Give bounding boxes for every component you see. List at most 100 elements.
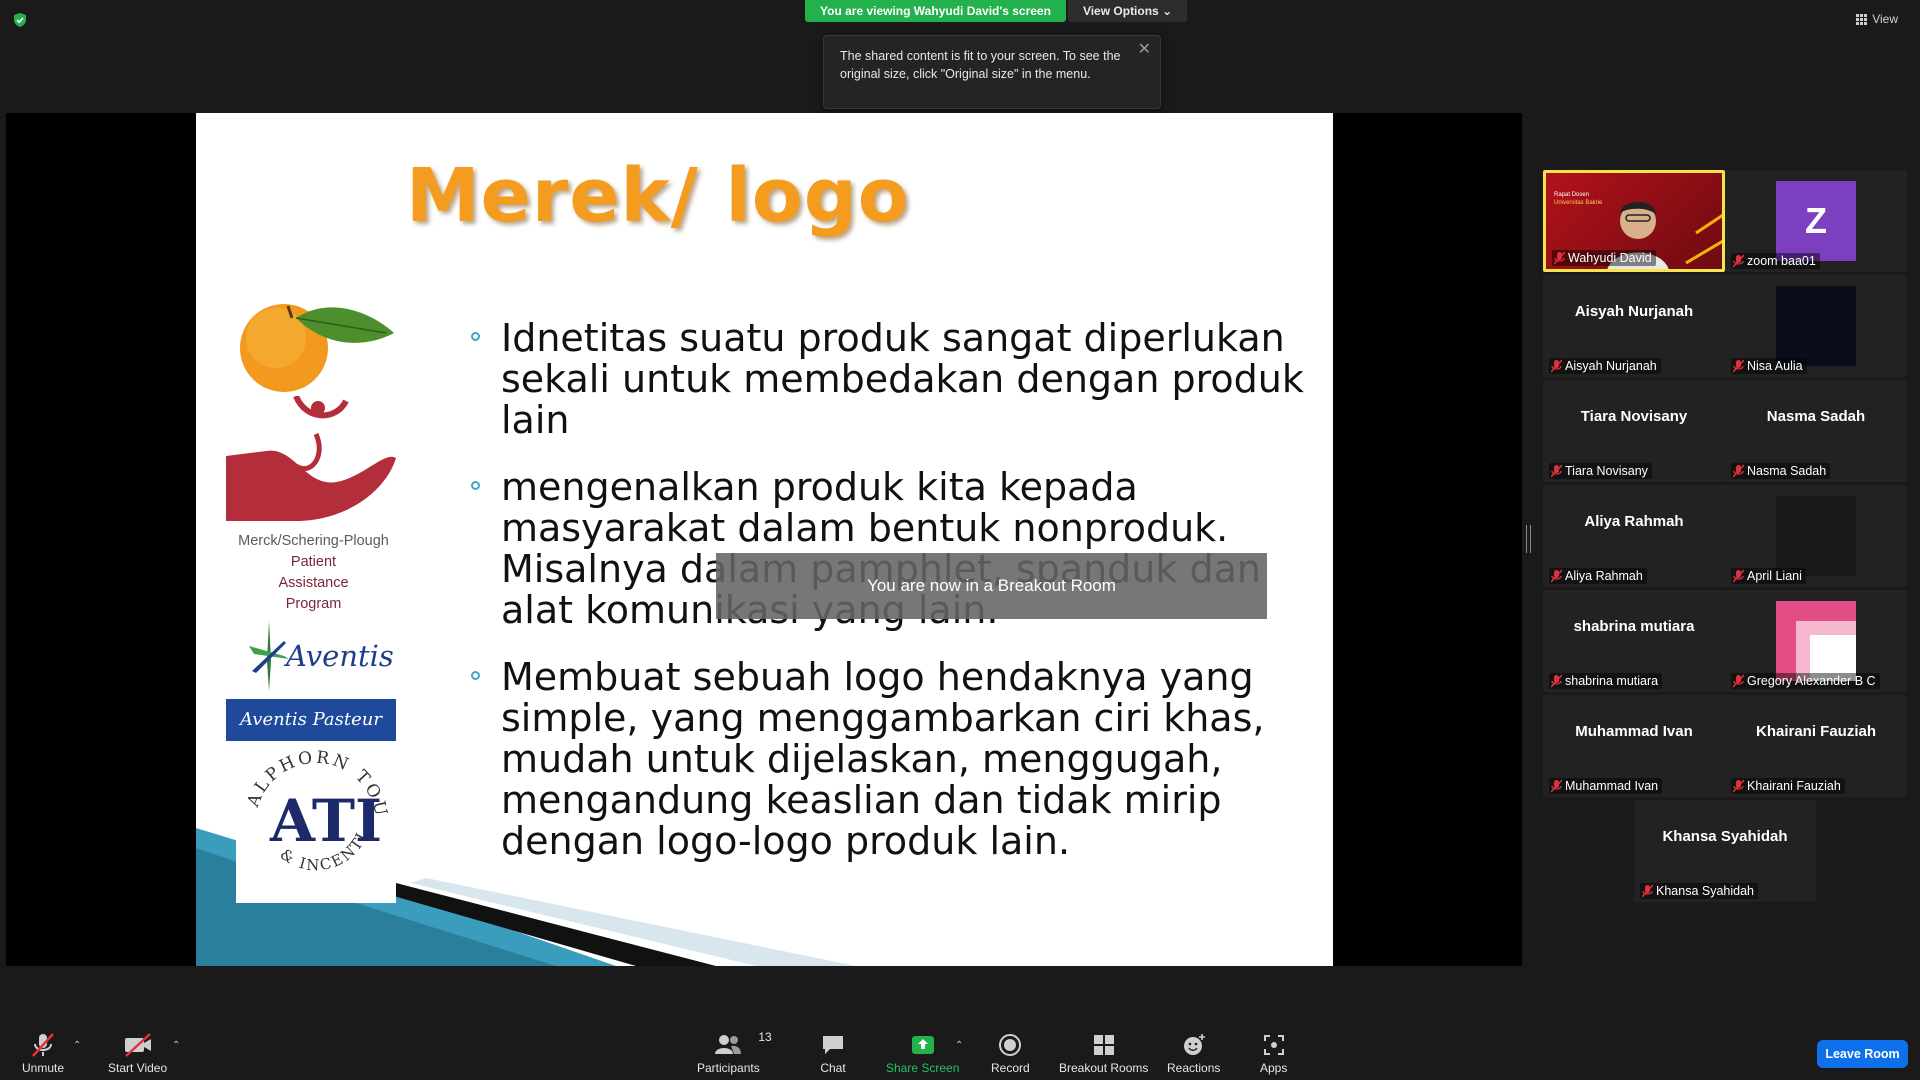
breakout-rooms-button[interactable]: Breakout Rooms bbox=[1059, 1032, 1148, 1075]
participant-tile[interactable]: Tiara Novisany Tiara Novisany bbox=[1543, 380, 1725, 482]
bullet-dot-icon bbox=[471, 332, 480, 341]
participant-name: Nisa Aulia bbox=[1747, 359, 1803, 373]
merck-program-text: Merck/Schering-Plough Patient Assistance… bbox=[226, 531, 401, 615]
participant-label: Khairani Fauziah bbox=[1731, 778, 1845, 794]
participant-name: Khairani Fauziah bbox=[1747, 779, 1841, 793]
microphone-muted-icon bbox=[1551, 359, 1562, 373]
participant-label: Wahyudi David bbox=[1552, 250, 1656, 266]
participant-name-display: Muhammad Ivan bbox=[1575, 723, 1693, 740]
reactions-label: Reactions bbox=[1167, 1061, 1221, 1075]
merck-line-2: Patient bbox=[290, 554, 337, 570]
view-label: View bbox=[1872, 12, 1898, 26]
avatar bbox=[1776, 496, 1856, 576]
participant-name-display: Khansa Syahidah bbox=[1662, 828, 1788, 845]
shared-screen-area[interactable]: Merek/ logo Merck/Schering-Plough Patien… bbox=[6, 113, 1522, 966]
avatar bbox=[1776, 286, 1856, 366]
leave-room-button[interactable]: Leave Room bbox=[1817, 1040, 1908, 1068]
slide-title: Merek/ logo bbox=[406, 153, 910, 239]
apps-button[interactable]: Apps bbox=[1260, 1032, 1287, 1075]
reactions-button[interactable]: Reactions bbox=[1167, 1032, 1220, 1075]
participant-label: Aisyah Nurjanah bbox=[1549, 358, 1661, 374]
participant-tile[interactable]: Aliya Rahmah Aliya Rahmah bbox=[1543, 485, 1725, 587]
participant-name: Aliya Rahmah bbox=[1565, 569, 1643, 583]
participant-name-display: Aliya Rahmah bbox=[1584, 513, 1684, 530]
participant-name: Aisyah Nurjanah bbox=[1565, 359, 1657, 373]
apps-label: Apps bbox=[1260, 1061, 1288, 1075]
view-options-button[interactable]: View Options ⌄ bbox=[1067, 0, 1188, 22]
smiley-plus-icon bbox=[1183, 1034, 1205, 1055]
share-screen-button[interactable]: Share Screen bbox=[886, 1032, 959, 1075]
participants-button[interactable]: 13 Participants bbox=[697, 1030, 772, 1075]
participant-name: Gregory Alexander B C bbox=[1747, 674, 1876, 688]
zoom-meeting-window: You are viewing Wahyudi David's screen V… bbox=[0, 0, 1920, 1080]
participant-label: Nisa Aulia bbox=[1731, 358, 1807, 374]
participant-tile[interactable]: Nisa Aulia bbox=[1725, 275, 1907, 377]
breakout-rooms-icon bbox=[1093, 1035, 1114, 1055]
participant-tile[interactable]: shabrina mutiara shabrina mutiara bbox=[1543, 590, 1725, 692]
audio-options-caret-icon[interactable]: ⌃ bbox=[73, 1040, 81, 1051]
unmute-label: Unmute bbox=[22, 1061, 65, 1075]
shield-check-icon[interactable] bbox=[12, 12, 28, 28]
record-button[interactable]: Record bbox=[991, 1032, 1030, 1075]
participant-label: Gregory Alexander B C bbox=[1731, 673, 1880, 689]
microphone-muted-icon bbox=[1554, 251, 1565, 265]
aventis-wordmark: Aventis bbox=[286, 639, 394, 673]
microphone-muted-icon bbox=[1733, 569, 1744, 583]
merck-line-4: Program bbox=[285, 596, 342, 612]
participant-tile[interactable]: Khansa Syahidah Khansa Syahidah bbox=[1634, 800, 1816, 902]
share-screen-icon bbox=[911, 1036, 934, 1054]
video-options-caret-icon[interactable]: ⌃ bbox=[172, 1040, 180, 1051]
participant-tile[interactable]: Aisyah Nurjanah Aisyah Nurjanah bbox=[1543, 275, 1725, 377]
microphone-muted-icon bbox=[1551, 674, 1562, 688]
close-icon[interactable]: ✕ bbox=[1138, 41, 1151, 59]
microphone-muted-icon bbox=[1733, 359, 1744, 373]
view-button[interactable]: View bbox=[1856, 12, 1898, 26]
participant-label: zoom baa01 bbox=[1731, 253, 1820, 269]
participant-name: Muhammad Ivan bbox=[1565, 779, 1659, 793]
participants-icon-wrap: 13 bbox=[713, 1030, 772, 1058]
start-video-label: Start Video bbox=[108, 1061, 168, 1075]
avatar: Z bbox=[1776, 181, 1856, 261]
participants-icon bbox=[715, 1035, 742, 1054]
share-options-caret-icon[interactable]: ⌃ bbox=[955, 1040, 963, 1051]
bullet-text: Membuat sebuah logo hendaknya yang simpl… bbox=[501, 655, 1265, 863]
participant-tile[interactable]: Gregory Alexander B C bbox=[1725, 590, 1907, 692]
microphone-muted-icon bbox=[1551, 569, 1562, 583]
bullet-item: Membuat sebuah logo hendaknya yang simpl… bbox=[471, 655, 1311, 863]
start-video-button[interactable]: Start Video bbox=[108, 1032, 167, 1075]
participant-tile[interactable]: Nasma Sadah Nasma Sadah bbox=[1725, 380, 1907, 482]
chat-label: Chat bbox=[820, 1061, 846, 1075]
participant-tile[interactable]: Rapat Dosen Universitas Bakrie Wahyudi Dav… bbox=[1543, 170, 1725, 272]
panel-resize-handle[interactable] bbox=[1526, 525, 1531, 553]
chat-button[interactable]: Chat bbox=[820, 1032, 846, 1075]
ati-wordmark: ATI bbox=[270, 787, 383, 855]
viewing-screen-label: You are viewing Wahyudi David's screen bbox=[805, 0, 1066, 22]
participant-label: Nasma Sadah bbox=[1731, 463, 1831, 479]
presentation-slide: Merek/ logo Merck/Schering-Plough Patien… bbox=[196, 113, 1333, 966]
apps-icon bbox=[1263, 1035, 1284, 1055]
participant-tile[interactable]: April Liani bbox=[1725, 485, 1907, 587]
chat-bubble-icon bbox=[823, 1036, 843, 1054]
grid-icon bbox=[1856, 13, 1868, 25]
participant-tile[interactable]: Muhammad Ivan Muhammad Ivan bbox=[1543, 695, 1725, 797]
participant-name: shabrina mutiara bbox=[1565, 674, 1659, 688]
microphone-muted-icon bbox=[1551, 464, 1562, 478]
aventis-logo: Aventis bbox=[226, 621, 401, 691]
unmute-button[interactable]: Unmute bbox=[22, 1032, 64, 1075]
microphone-muted-icon bbox=[32, 1033, 54, 1057]
microphone-muted-icon bbox=[1551, 779, 1562, 793]
participant-tile[interactable]: Zzoom baa01 bbox=[1725, 170, 1907, 272]
logo-column: Merck/Schering-Plough Patient Assistance… bbox=[226, 288, 401, 903]
bullet-dot-icon bbox=[471, 481, 480, 490]
participant-name: Khansa Syahidah bbox=[1656, 884, 1754, 898]
ati-logo: ALPHORN TOURS & INCENTIVES ATI bbox=[236, 743, 396, 903]
participant-tile[interactable]: Khairani Fauziah Khairani Fauziah bbox=[1725, 695, 1907, 797]
participant-name: zoom baa01 bbox=[1747, 254, 1816, 268]
participants-count: 13 bbox=[758, 1030, 772, 1044]
merck-hand-logo bbox=[226, 394, 396, 521]
tooltip-text: The shared content is fit to your screen… bbox=[840, 49, 1121, 81]
bullet-item: Idnetitas suatu produk sangat diperlukan… bbox=[471, 318, 1311, 441]
chevron-down-icon: ⌄ bbox=[1162, 4, 1173, 18]
participant-label: Aliya Rahmah bbox=[1549, 568, 1647, 584]
microphone-muted-icon bbox=[1642, 884, 1653, 898]
